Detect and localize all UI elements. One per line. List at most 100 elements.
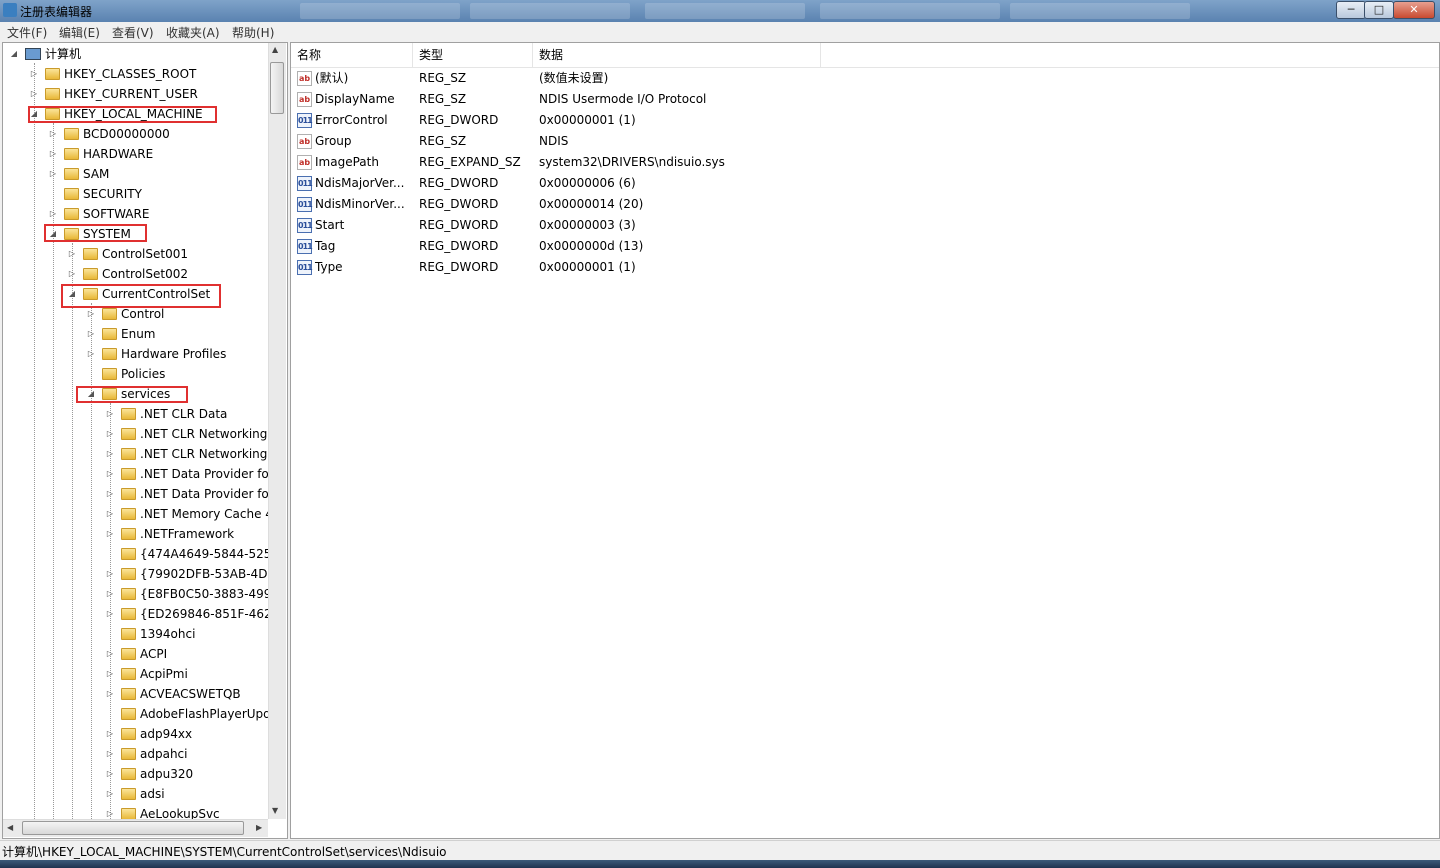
expand-arrow-icon[interactable]: ▷: [48, 144, 58, 164]
folder-icon: [64, 128, 79, 140]
value-data: 0x00000014 (20): [539, 197, 644, 211]
scroll-left-arrow-icon[interactable]: ◀: [7, 823, 13, 832]
expand-arrow-icon[interactable]: ▷: [105, 784, 115, 804]
expand-arrow-icon[interactable]: ▷: [105, 644, 115, 664]
tree-vertical-scrollbar[interactable]: [268, 43, 286, 819]
folder-icon: [102, 328, 117, 340]
registry-tree[interactable]: ◢ 计算机 ▷ HKEY_CLASSES_ROOT ▷ HKEY_CURRENT…: [2, 42, 288, 839]
value-name: Start: [315, 218, 345, 232]
value-type: REG_DWORD: [419, 218, 499, 232]
value-name: ImagePath: [315, 155, 379, 169]
menu-favorites[interactable]: 收藏夹(A): [166, 24, 220, 41]
value-name: (默认): [315, 71, 349, 85]
value-row[interactable]: 011 NdisMajorVer... REG_DWORD 0x00000006 (6…: [291, 173, 1439, 194]
expand-arrow-icon[interactable]: ▷: [105, 444, 115, 464]
expand-arrow-icon[interactable]: ▷: [105, 764, 115, 784]
expand-arrow-icon[interactable]: ▷: [105, 584, 115, 604]
value-row[interactable]: ab DisplayName REG_SZ NDIS Usermode I/O Pro…: [291, 89, 1439, 110]
expand-arrow-icon[interactable]: ▷: [86, 344, 96, 364]
values-list[interactable]: 名称 类型 数据 ab (默认) REG_SZ (数值未设置) ab DisplayNam…: [290, 42, 1440, 839]
minimize-button[interactable]: ─: [1336, 1, 1366, 19]
string-value-icon: ab: [297, 155, 312, 170]
tree-label: HARDWARE: [83, 147, 154, 161]
binary-value-icon: 011: [297, 176, 313, 191]
value-row[interactable]: 011 Tag REG_DWORD 0x0000000d (13): [291, 236, 1439, 257]
scroll-down-arrow-icon[interactable]: ▼: [272, 806, 278, 815]
expand-arrow-icon[interactable]: ▷: [86, 304, 96, 324]
value-data: 0x0000000d (13): [539, 239, 644, 253]
value-row[interactable]: 011 Type REG_DWORD 0x00000001 (1): [291, 257, 1439, 278]
expand-arrow-icon[interactable]: ▷: [67, 244, 77, 264]
expand-arrow-icon[interactable]: ▷: [48, 204, 58, 224]
expand-arrow-icon[interactable]: ▷: [105, 744, 115, 764]
menu-view[interactable]: 查看(V): [112, 24, 154, 41]
value-row[interactable]: ab (默认) REG_SZ (数值未设置): [291, 68, 1439, 89]
tree-label: adp94xx: [140, 727, 193, 741]
tree-label: HKEY_CLASSES_ROOT: [64, 67, 197, 81]
folder-icon: [121, 668, 136, 680]
collapse-arrow-icon[interactable]: ◢: [9, 44, 19, 64]
tree-label: 计算机: [45, 47, 82, 61]
scroll-up-arrow-icon[interactable]: ▲: [272, 45, 278, 54]
expand-arrow-icon[interactable]: ▷: [67, 264, 77, 284]
folder-icon: [121, 648, 136, 660]
menu-file[interactable]: 文件(F): [7, 24, 47, 41]
expand-arrow-icon[interactable]: ▷: [105, 524, 115, 544]
scroll-right-arrow-icon[interactable]: ▶: [256, 823, 262, 832]
binary-value-icon: 011: [297, 197, 313, 212]
folder-icon: [64, 168, 79, 180]
folder-icon: [121, 608, 136, 620]
background-tab: [1010, 3, 1190, 19]
tree-label: {79902DFB-53AB-4DB: [140, 567, 276, 581]
expand-arrow-icon[interactable]: ▷: [105, 724, 115, 744]
expand-arrow-icon[interactable]: ▷: [105, 404, 115, 424]
expand-arrow-icon[interactable]: ▷: [105, 564, 115, 584]
expand-arrow-icon[interactable]: ▷: [105, 664, 115, 684]
close-button[interactable]: ✕: [1393, 1, 1435, 19]
value-type: REG_SZ: [419, 71, 467, 85]
value-data: 0x00000001 (1): [539, 260, 636, 274]
value-row[interactable]: ab ImagePath REG_EXPAND_SZ system32\DRIVERS…: [291, 152, 1439, 173]
value-type: REG_SZ: [419, 134, 467, 148]
expand-arrow-icon[interactable]: ▷: [105, 684, 115, 704]
maximize-button[interactable]: □: [1364, 1, 1394, 19]
menu-bar: 文件(F) 编辑(E) 查看(V) 收藏夹(A) 帮助(H): [0, 22, 1440, 41]
expand-arrow-icon[interactable]: ▷: [29, 64, 39, 84]
folder-icon: [121, 628, 136, 640]
expand-arrow-icon[interactable]: ▷: [105, 424, 115, 444]
expand-arrow-icon[interactable]: ▷: [48, 164, 58, 184]
tree-vertical-scroll-thumb[interactable]: [270, 62, 284, 114]
taskbar: [0, 860, 1440, 868]
folder-icon: [121, 748, 136, 760]
expand-arrow-icon[interactable]: ▷: [86, 324, 96, 344]
expand-arrow-icon[interactable]: ▷: [105, 604, 115, 624]
value-data: 0x00000006 (6): [539, 176, 636, 190]
tree-label: Policies: [121, 367, 166, 381]
expand-arrow-icon[interactable]: ▷: [105, 504, 115, 524]
expand-arrow-icon[interactable]: ▷: [105, 484, 115, 504]
tree-label: adpu320: [140, 767, 194, 781]
tree-label: .NET Memory Cache 4: [140, 507, 273, 521]
column-name-header[interactable]: 名称: [291, 43, 413, 67]
value-type: REG_DWORD: [419, 197, 499, 211]
value-data: 0x00000003 (3): [539, 218, 636, 232]
column-data-header[interactable]: 数据: [533, 43, 821, 67]
value-row[interactable]: ab Group REG_SZ NDIS: [291, 131, 1439, 152]
tree-horizontal-scroll-thumb[interactable]: [22, 821, 244, 835]
string-value-icon: ab: [297, 92, 312, 107]
tree-label: ACPI: [140, 647, 168, 661]
expand-arrow-icon[interactable]: ▷: [29, 84, 39, 104]
menu-help[interactable]: 帮助(H): [232, 24, 274, 41]
tree-guide-line: [72, 243, 73, 838]
highlight-box: [44, 224, 147, 242]
column-type-header[interactable]: 类型: [413, 43, 533, 67]
value-row[interactable]: 011 ErrorControl REG_DWORD 0x00000001 (1): [291, 110, 1439, 131]
value-row[interactable]: 011 Start REG_DWORD 0x00000003 (3): [291, 215, 1439, 236]
folder-icon: [121, 788, 136, 800]
expand-arrow-icon[interactable]: ▷: [48, 124, 58, 144]
value-row[interactable]: 011 NdisMinorVer... REG_DWORD 0x00000014 (2…: [291, 194, 1439, 215]
folder-icon: [121, 428, 136, 440]
tree-label: {474A4649-5844-5256: [140, 547, 280, 561]
menu-edit[interactable]: 编辑(E): [59, 24, 100, 41]
expand-arrow-icon[interactable]: ▷: [105, 464, 115, 484]
